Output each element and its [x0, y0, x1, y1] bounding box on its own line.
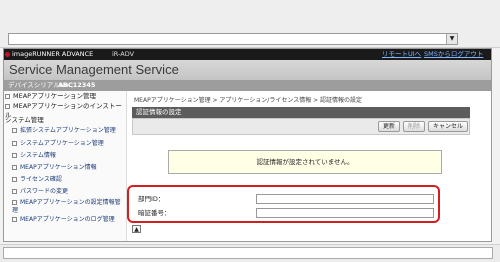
brand-label: imageRUNNER ADVANCE [12, 50, 94, 58]
sidebar-item-meap-install[interactable]: MEAPアプリケーションのインストール [5, 102, 126, 119]
bullet-icon [12, 217, 17, 222]
sidebar-item-meap-settings[interactable]: MEAPアプリケーションの設定情報管理 [12, 199, 126, 215]
sidebar-item-label: MEAPアプリケーション情報 [20, 164, 97, 171]
sidebar-item-system-app[interactable]: システムアプリケーション管理 [12, 140, 126, 148]
logout-link[interactable]: SMSからログアウト [424, 49, 483, 60]
delete-button[interactable]: 削除 [403, 121, 425, 132]
model-label: iR-ADV [112, 50, 135, 58]
highlight-box [127, 185, 440, 223]
sidebar-section-system: システム管理 [5, 116, 44, 124]
sidebar-item-label: MEAPアプリケーション管理 [13, 92, 96, 100]
sidebar-item-label: 拡張システムアプリケーション管理 [20, 127, 116, 134]
sidebar-item-password[interactable]: パスワードの変更 [12, 188, 126, 196]
sidebar-item-license[interactable]: ライセンス確認 [12, 176, 126, 184]
sidebar-item-label: パスワードの変更 [20, 188, 69, 195]
bullet-icon [12, 128, 17, 133]
remote-ui-link[interactable]: リモートUIへ [382, 49, 421, 60]
canon-logo-icon [5, 52, 10, 57]
update-button[interactable]: 更新 [378, 121, 400, 132]
page-title: Service Management Service [9, 62, 179, 77]
bullet-icon [12, 177, 17, 182]
sidebar-item-label: MEAPアプリケーションの設定情報管理 [12, 199, 121, 214]
sidebar-item-meap-manage[interactable]: MEAPアプリケーション管理 [5, 92, 126, 101]
sidebar-item-label: システム情報 [20, 152, 56, 159]
sidebar-item-system-info[interactable]: システム情報 [12, 152, 126, 160]
bullet-icon [12, 189, 17, 194]
page-top-icon[interactable]: ▲ [132, 225, 141, 233]
bullet-icon [12, 165, 17, 170]
sidebar-item-ext-system-app[interactable]: 拡張システムアプリケーション管理 [12, 127, 126, 135]
panel-title: 認証情報の設定 [132, 107, 470, 118]
address-dropdown-button[interactable]: ▼ [446, 34, 457, 44]
bullet-icon [12, 141, 17, 146]
bullet-icon [5, 103, 10, 109]
breadcrumb: MEAPアプリケーション管理 > アプリケーション/ライセンス情報 > 認証情報… [134, 97, 363, 104]
sidebar-item-meap-log[interactable]: MEAPアプリケーションのログ管理 [12, 216, 126, 224]
bullet-icon [12, 153, 17, 158]
status-field [3, 247, 493, 259]
address-bar[interactable] [8, 33, 458, 45]
sidebar-item-label: システムアプリケーション管理 [20, 140, 104, 147]
status-message: 認証情報が設定されていません。 [168, 150, 442, 174]
sidebar-item-label: ライセンス確認 [20, 176, 62, 183]
bullet-icon [12, 200, 17, 205]
bullet-icon [5, 93, 10, 99]
sidebar-item-meap-app-info[interactable]: MEAPアプリケーション情報 [12, 164, 126, 172]
cancel-button[interactable]: キャンセル [428, 121, 468, 132]
serial-value: ABC12345 [58, 81, 96, 89]
sidebar-item-label: MEAPアプリケーションのログ管理 [20, 216, 115, 223]
